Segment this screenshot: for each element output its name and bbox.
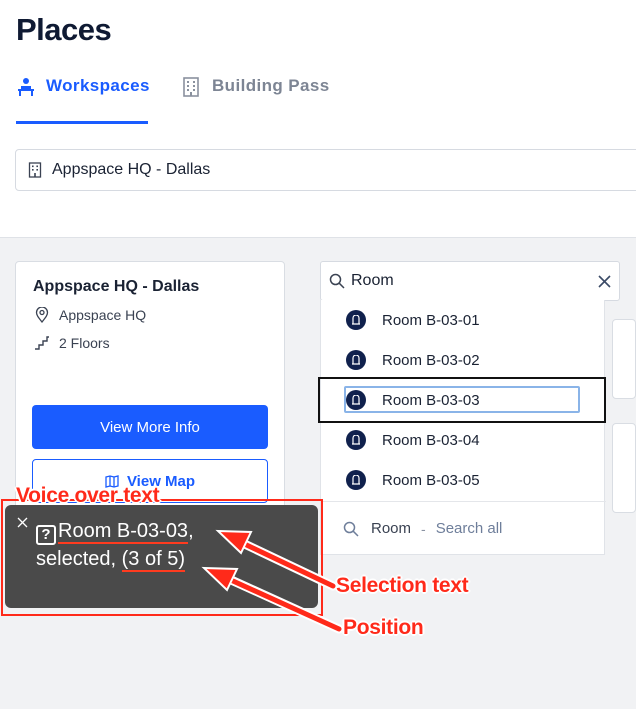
- annotation-voiceover-label: Voice over text: [16, 484, 160, 507]
- search-all-separator: -: [421, 520, 426, 537]
- room-icon: [346, 310, 366, 330]
- tab-building-pass[interactable]: Building Pass: [180, 72, 330, 124]
- voiceover-position: (3 of 5): [121, 548, 185, 572]
- list-item-label: Room B-03-03: [382, 391, 480, 409]
- search-all-option[interactable]: Room - Search all: [321, 501, 606, 555]
- voiceover-room: Room B-03-03: [58, 520, 189, 544]
- building-icon: [180, 76, 202, 98]
- tab-workspaces[interactable]: Workspaces: [16, 72, 150, 124]
- tab-workspaces-label: Workspaces: [46, 76, 150, 95]
- voiceover-text: ? Room B-03-03, selected, (3 of 5): [36, 517, 308, 573]
- annotation-position-label: Position: [343, 616, 424, 639]
- list-item-label: Room B-03-02: [382, 351, 480, 369]
- address-row: Appspace HQ: [33, 306, 146, 324]
- list-item[interactable]: Room B-03-05: [321, 460, 606, 500]
- voiceover-selected: selected,: [36, 548, 117, 570]
- person-desk-icon: [16, 76, 36, 98]
- search-icon: [329, 272, 347, 290]
- list-item[interactable]: Room B-03-02: [321, 340, 606, 380]
- location-select[interactable]: Appspace HQ - Dallas: [15, 149, 636, 191]
- location-pin-icon: [33, 306, 51, 324]
- search-all-hint: Search all: [435, 520, 503, 537]
- list-item[interactable]: Room B-03-04: [321, 420, 606, 460]
- list-item-selected[interactable]: Room B-03-03: [321, 380, 606, 420]
- building-icon: [28, 162, 44, 178]
- room-icon: [346, 390, 366, 410]
- building-card: Appspace HQ - Dallas Appspace HQ 2 Floor…: [15, 261, 285, 521]
- background-card: [612, 423, 636, 513]
- list-item-label: Room B-03-04: [382, 431, 480, 449]
- building-floors: 2 Floors: [59, 335, 110, 351]
- view-more-info-button[interactable]: View More Info: [32, 405, 268, 449]
- tab-building-pass-label: Building Pass: [212, 76, 330, 95]
- search-all-query: Room: [371, 520, 412, 537]
- header-area: Places Workspaces Building Pass Appspace…: [0, 0, 636, 237]
- room-icon: [346, 430, 366, 450]
- list-item-label: Room B-03-05: [382, 471, 480, 489]
- stairs-icon: [33, 334, 51, 352]
- unknown-glyph-icon: ?: [36, 525, 56, 545]
- search-input[interactable]: Room: [351, 272, 589, 290]
- search-icon: [343, 520, 361, 538]
- close-icon[interactable]: [14, 514, 30, 530]
- list-item[interactable]: Room B-03-01: [321, 300, 606, 340]
- tab-bar: Workspaces Building Pass: [16, 72, 362, 124]
- voiceover-comma: ,: [188, 520, 194, 542]
- building-address: Appspace HQ: [59, 307, 147, 323]
- search-results-list: Room B-03-01 Room B-03-02 Room B-03-03 R…: [320, 300, 606, 555]
- background-card: [612, 319, 636, 399]
- room-icon: [346, 470, 366, 490]
- location-select-value: Appspace HQ - Dallas: [52, 161, 211, 178]
- room-icon: [346, 350, 366, 370]
- building-name: Appspace HQ - Dallas: [33, 278, 200, 295]
- list-item-label: Room B-03-01: [382, 311, 480, 329]
- page-title: Places: [16, 12, 112, 47]
- close-icon[interactable]: [589, 266, 619, 296]
- annotation-selection-label: Selection text: [336, 574, 469, 597]
- room-search[interactable]: Room: [320, 261, 620, 301]
- floors-row: 2 Floors: [33, 334, 110, 352]
